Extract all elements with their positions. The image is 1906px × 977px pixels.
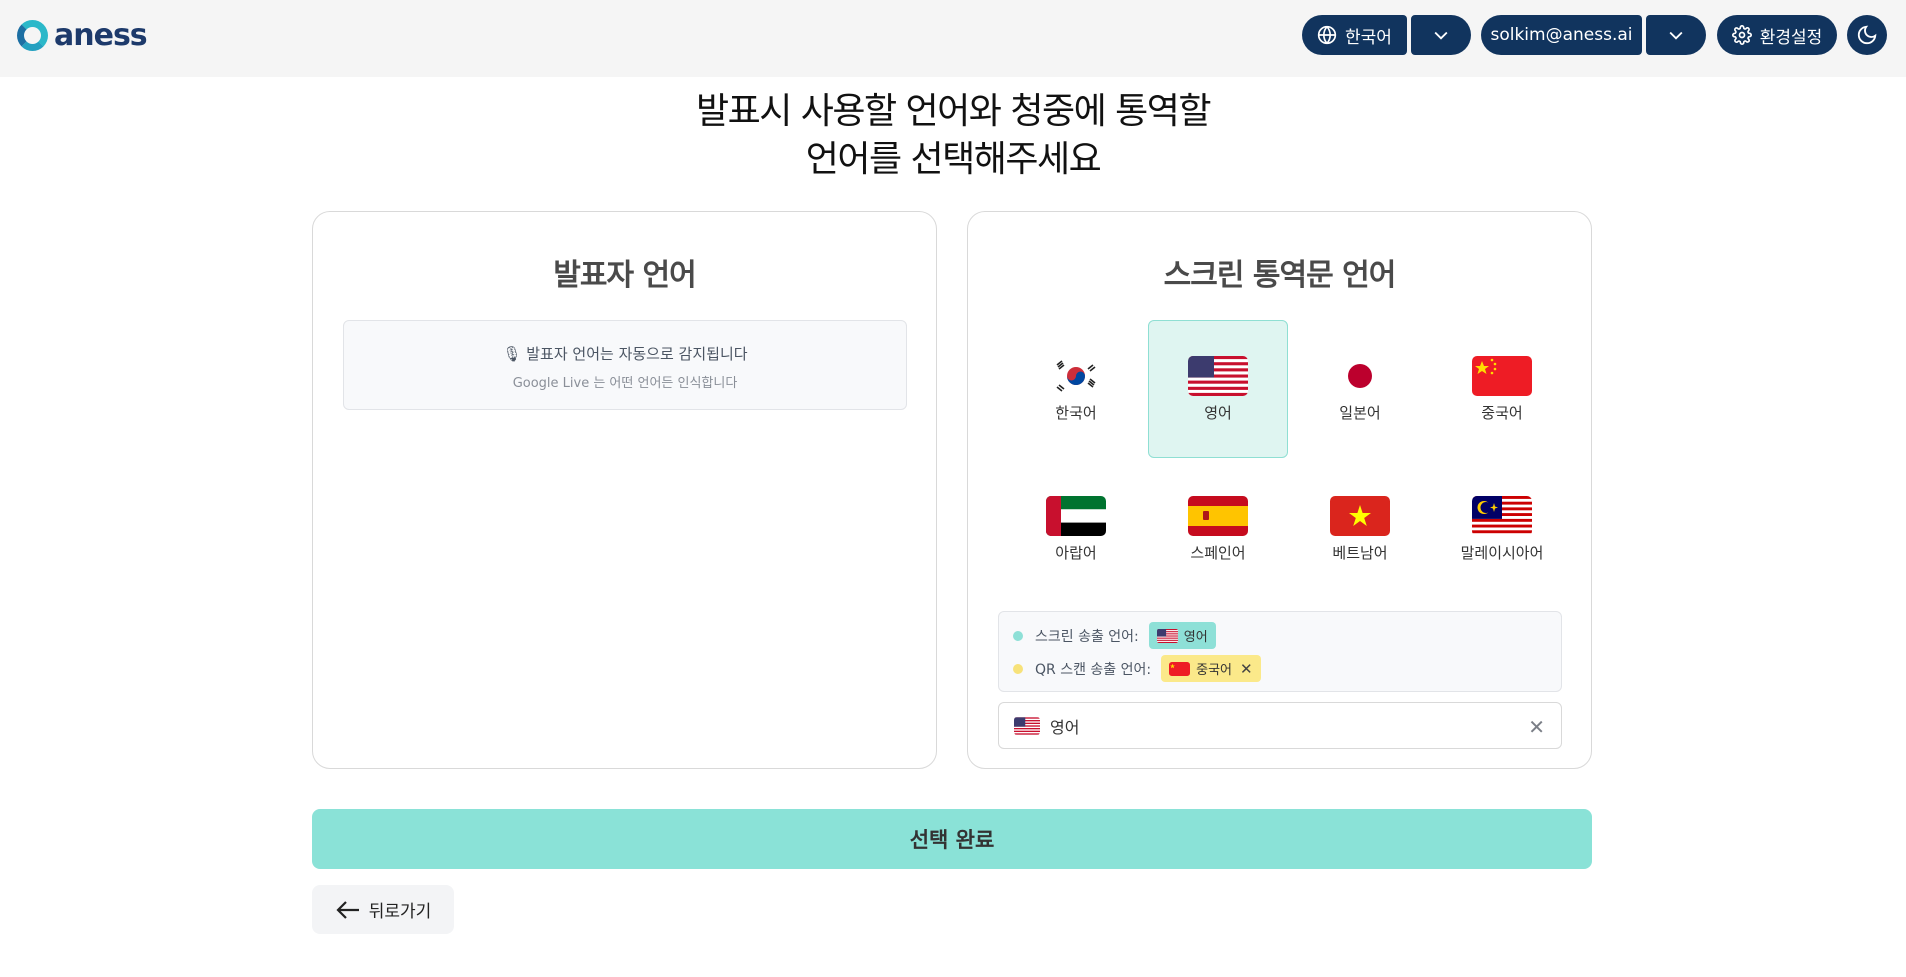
language-label: 말레이시아어 (1460, 543, 1544, 562)
arrow-left-icon (335, 898, 361, 922)
screen-language-title: 스크린 통역문 언어 (1163, 258, 1397, 293)
spain-flag-icon (1188, 495, 1248, 536)
language-option-arabic[interactable]: 아랍어 (1006, 460, 1146, 598)
logo[interactable]: aness (17, 17, 148, 53)
language-option-korean[interactable]: 한국어 (1006, 320, 1146, 458)
language-option-chinese[interactable]: 중국어 (1432, 320, 1572, 458)
user-dropdown-button[interactable] (1646, 15, 1706, 55)
language-label: 중국어 (1481, 403, 1523, 422)
confirm-selection-button[interactable]: 선택 완료 (312, 809, 1592, 869)
qr-output-value: 중국어 (1196, 663, 1232, 678)
qr-output-label: QR 스캔 송출 언어: (1035, 661, 1152, 678)
language-label: 한국어 (1055, 403, 1097, 422)
autodetect-notice: 🎙 발표자 언어는 자동으로 감지됩니다 Google Live 는 어떤 언어… (343, 320, 907, 410)
back-button[interactable]: 뒤로가기 (312, 885, 454, 934)
logo-icon (17, 19, 48, 51)
clear-selection-close-icon[interactable]: ✕ (1528, 715, 1545, 739)
us-flag-icon (1188, 355, 1248, 396)
page-title: 발표시 사용할 언어와 청중에 통역할 언어를 선택해주세요 (0, 88, 1906, 184)
korea-flag-icon (1046, 355, 1106, 396)
language-option-spanish[interactable]: 스페인어 (1148, 460, 1288, 598)
screen-dot-icon (1013, 630, 1023, 641)
language-label: 아랍어 (1055, 543, 1097, 562)
user-account-button[interactable]: solkim@aness.ai (1481, 15, 1642, 55)
speaker-language-title: 발표자 언어 (553, 258, 696, 293)
language-summary: 스크린 송출 언어: 영어 QR 스캔 송출 언어: 중국어 ✕ (998, 611, 1562, 692)
logo-text: aness (54, 17, 148, 53)
japan-flag-icon (1330, 355, 1390, 396)
page-title-line1: 발표시 사용할 언어와 청중에 통역할 (695, 91, 1212, 132)
language-grid: 한국어 영어 일본어 중국어 아랍어 스페인어 베트남어 말레이시아어 (1006, 320, 1572, 598)
screen-output-row: 스크린 송출 언어: 영어 (1013, 622, 1216, 649)
page-title-line2: 언어를 선택해주세요 (805, 139, 1102, 180)
ui-language-button[interactable]: 한국어 (1302, 15, 1407, 55)
qr-output-row: QR 스캔 송출 언어: 중국어 ✕ (1013, 655, 1261, 682)
china-flag-icon (1169, 661, 1191, 676)
screen-output-value: 영어 (1183, 630, 1208, 645)
autodetect-text: 🎙 발표자 언어는 자동으로 감지됩니다 (502, 345, 748, 363)
language-select[interactable]: 영어 ✕ (998, 702, 1562, 749)
language-option-japanese[interactable]: 일본어 (1290, 320, 1430, 458)
chevron-down-icon (1666, 25, 1686, 45)
autodetect-subtext: Google Live 는 어떤 언어든 인식합니다 (512, 376, 738, 391)
top-bar: aness 한국어 solkim@aness.ai 환경설정 (0, 0, 1906, 77)
us-flag-icon (1156, 628, 1178, 643)
screen-language-card: 스크린 통역문 언어 한국어 영어 일본어 중국어 아랍어 스페인어 베트남어 … (967, 211, 1592, 769)
globe-icon (1317, 25, 1337, 45)
malaysia-flag-icon (1472, 495, 1532, 536)
confirm-label: 선택 완료 (909, 828, 995, 852)
qr-dot-icon (1013, 663, 1023, 674)
uae-flag-icon (1046, 495, 1106, 536)
moon-icon (1856, 24, 1878, 46)
speaker-language-card: 발표자 언어 🎙 발표자 언어는 자동으로 감지됩니다 Google Live … (312, 211, 937, 769)
ui-language-dropdown-button[interactable] (1411, 15, 1471, 55)
screen-output-chip: 영어 (1148, 622, 1216, 649)
language-option-vietnamese[interactable]: 베트남어 (1290, 460, 1430, 598)
language-label: 스페인어 (1190, 543, 1246, 562)
language-option-english[interactable]: 영어 (1148, 320, 1288, 458)
screen-output-label: 스크린 송출 언어: (1035, 628, 1139, 645)
back-label: 뒤로가기 (368, 902, 432, 922)
qr-output-chip: 중국어 ✕ (1161, 655, 1261, 682)
us-flag-icon (1014, 716, 1040, 735)
chevron-down-icon (1431, 25, 1451, 45)
dark-mode-toggle[interactable] (1847, 15, 1887, 55)
china-flag-icon (1472, 355, 1532, 396)
gear-icon (1731, 25, 1752, 45)
language-select-value: 영어 (1050, 717, 1080, 737)
language-label: 일본어 (1339, 403, 1381, 422)
ui-language-label: 한국어 (1345, 27, 1392, 48)
settings-label: 환경설정 (1759, 27, 1823, 48)
language-option-malay[interactable]: 말레이시아어 (1432, 460, 1572, 598)
user-email: solkim@aness.ai (1490, 25, 1633, 45)
language-label: 베트남어 (1332, 543, 1388, 562)
vietnam-flag-icon (1330, 495, 1390, 536)
remove-chip-close-icon[interactable]: ✕ (1240, 660, 1253, 678)
language-label: 영어 (1204, 403, 1232, 422)
settings-button[interactable]: 환경설정 (1717, 15, 1837, 55)
